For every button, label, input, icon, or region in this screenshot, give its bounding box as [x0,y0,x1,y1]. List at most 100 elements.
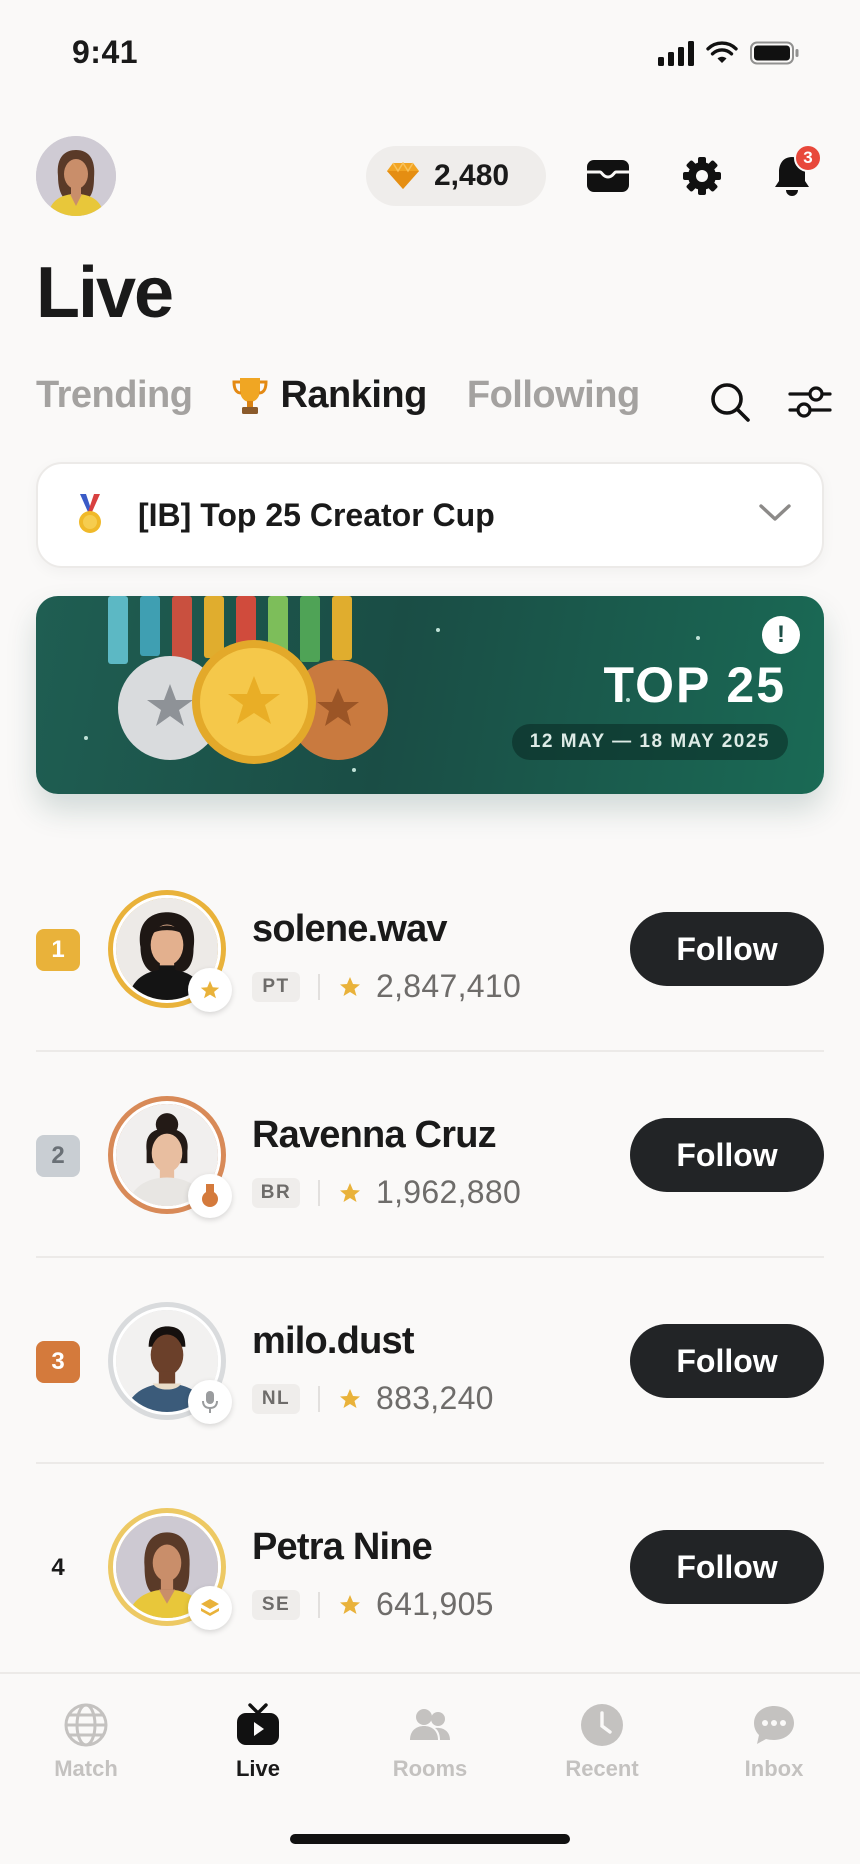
battery-icon [750,41,799,65]
banner-dates: 12 MAY — 18 MAY 2025 [511,724,788,760]
follow-button[interactable]: Follow [630,1118,824,1192]
search-button[interactable] [706,378,754,426]
filter-button[interactable] [786,378,834,426]
nav-label: Rooms [392,1756,468,1781]
cup-banner[interactable]: ! TOP 25 12 MAY — 18 MAY 2025 [36,596,824,794]
people-icon [410,1709,450,1740]
page-title: Live [36,253,174,333]
avatar[interactable] [108,1096,232,1218]
rank-badge: 1 [36,929,80,971]
divider [318,973,320,1000]
nav-match[interactable]: Match [16,1702,156,1782]
wallet-icon [587,160,629,192]
rank-badge: 4 [51,1554,65,1581]
nav-label: Live [235,1756,281,1781]
medal-icon [202,1184,218,1207]
username[interactable]: Petra Nine [252,1526,433,1569]
divider [318,1591,320,1618]
score: 641,905 [376,1586,494,1622]
avatar[interactable] [108,890,232,1012]
star-icon [340,1594,360,1614]
username[interactable]: milo.dust [252,1320,414,1363]
country-code: NL [252,1383,300,1414]
nav-label: Match [54,1756,118,1781]
star-badge [188,968,232,1012]
avatar[interactable] [108,1508,232,1630]
divider [318,1385,320,1412]
profile-avatar-image [36,136,116,216]
tab-following[interactable]: Following [467,374,640,417]
score: 1,962,880 [376,1174,522,1210]
feed-tabs: Trending Ranking Following [36,374,640,417]
follow-button[interactable]: Follow [630,1324,824,1398]
country-code: BR [252,1177,300,1208]
status-icons [658,40,800,66]
nav-inbox[interactable]: Inbox [704,1702,844,1782]
nav-recent[interactable]: Recent [532,1702,672,1782]
banner-title: TOP 25 [603,657,786,713]
chevron-down-icon [759,504,791,521]
star-icon [340,1388,360,1408]
notifications-button[interactable]: 3 [768,144,822,200]
divider [318,1179,320,1206]
user-meta: PT 2,847,410 [252,968,521,1005]
username[interactable]: solene.wav [252,908,448,951]
signal-icon [658,40,694,66]
clock-icon [581,1704,623,1746]
star-icon [340,1182,360,1202]
tab-trending[interactable]: Trending [36,374,193,417]
user-meta: BR 1,962,880 [252,1174,521,1211]
avatar[interactable] [108,1302,232,1424]
username[interactable]: Ravenna Cruz [252,1114,497,1157]
tv-icon [237,1703,279,1745]
status-bar: 9:41 [0,0,860,110]
layers-badge [188,1586,232,1630]
tab-ranking-label: Ranking [280,374,427,416]
country-code: PT [252,971,300,1002]
rank-badge: 3 [36,1341,80,1383]
gear-icon [683,157,721,195]
star-icon [200,980,220,999]
home-indicator[interactable] [290,1834,570,1844]
search-icon [711,383,750,422]
score: 2,847,410 [376,968,522,1004]
wifi-icon [706,41,738,63]
leaderboard-row[interactable]: 4 Petra Nine SE 641,905 Follow [36,1464,824,1670]
cup-dropdown-label: [IB] Top 25 Creator Cup [138,496,495,533]
chat-icon [754,1706,794,1744]
medal-icon [79,494,101,533]
follow-button[interactable]: Follow [630,912,824,986]
banner-info-icon[interactable]: ! [762,616,800,654]
tab-ranking[interactable]: Ranking [232,374,427,417]
medal-badge [188,1174,232,1218]
rank-badge: 2 [36,1135,80,1177]
profile-avatar[interactable] [36,136,116,216]
settings-button[interactable] [678,152,726,200]
country-code: SE [252,1589,300,1620]
trophy-icon [232,377,268,414]
gem-balance[interactable]: 2,480 [366,146,546,206]
leaderboard-row[interactable]: 2 Ravenna Cruz BR 1,962,880 Follow [36,1052,824,1258]
mic-icon [202,1391,218,1413]
cup-dropdown[interactable]: [IB] Top 25 Creator Cup [36,462,824,568]
nav-label: Inbox [744,1756,804,1781]
leaderboard-row[interactable]: 3 milo.dust NL 883,240 Follow [36,1258,824,1464]
mic-badge [188,1380,232,1424]
nav-rooms[interactable]: Rooms [360,1702,500,1782]
notification-badge: 3 [794,144,822,172]
globe-icon [64,1703,108,1747]
wallet-button[interactable] [584,152,632,200]
gem-count: 2,480 [434,159,510,192]
layers-icon [201,1599,219,1616]
diamond-icon [387,162,419,189]
nav-live[interactable]: Live [188,1702,328,1782]
status-time: 9:41 [72,34,139,70]
user-meta: SE 641,905 [252,1586,494,1623]
score: 883,240 [376,1380,494,1416]
follow-button[interactable]: Follow [630,1530,824,1604]
user-meta: NL 883,240 [252,1380,494,1417]
nav-label: Recent [565,1756,639,1781]
filter-icon [788,386,832,418]
leaderboard-row[interactable]: 1 solene.wav PT 2,847,410 Follow [36,846,824,1052]
star-icon [340,976,360,996]
